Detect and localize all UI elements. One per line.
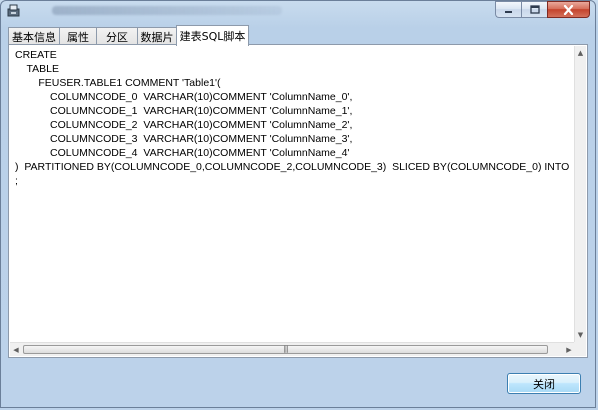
code-line: COLUMNCODE_1 VARCHAR(10)COMMENT 'ColumnN… (15, 105, 353, 117)
caption-buttons (495, 1, 590, 19)
tab-create-sql[interactable]: 建表SQL脚本 (176, 25, 249, 46)
app-icon (7, 4, 20, 17)
code-line: FEUSER.TABLE1 COMMENT 'Table1'( (15, 77, 221, 89)
code-line: CREATE (15, 49, 57, 61)
code-line: COLUMNCODE_3 VARCHAR(10)COMMENT 'ColumnN… (15, 133, 353, 145)
tab-properties[interactable]: 属性 (59, 27, 97, 45)
scroll-down-icon[interactable]: ▼ (575, 330, 586, 340)
maximize-icon (529, 5, 540, 14)
scroll-right-icon[interactable]: ▶ (564, 345, 574, 355)
window-title (52, 6, 282, 15)
scroll-left-icon[interactable]: ◀ (11, 345, 21, 355)
scrollbar-corner (574, 342, 586, 356)
code-line: COLUMNCODE_0 VARCHAR(10)COMMENT 'ColumnN… (15, 91, 353, 103)
minimize-button[interactable] (495, 1, 521, 18)
vertical-scrollbar[interactable]: ▲ ▼ (574, 46, 586, 342)
minimize-icon (505, 11, 512, 13)
code-line: COLUMNCODE_2 VARCHAR(10)COMMENT 'ColumnN… (15, 119, 353, 131)
tab-basic-info[interactable]: 基本信息 (8, 27, 60, 45)
code-line: ) PARTITIONED BY(COLUMNCODE_0,COLUMNCODE… (15, 161, 575, 173)
close-icon (563, 4, 574, 15)
close-button[interactable]: 关闭 (507, 373, 581, 394)
grip-icon: ||| (283, 345, 288, 353)
tab-strip: 基本信息 属性 分区 数据片 建表SQL脚本 (8, 25, 588, 46)
sql-text-area[interactable]: CREATE TABLE FEUSER.TABLE1 COMMENT 'Tabl… (10, 46, 575, 342)
title-bar[interactable] (0, 0, 598, 22)
horizontal-scrollbar[interactable]: ◀ ||| ▶ (10, 342, 575, 356)
maximize-button[interactable] (521, 1, 547, 18)
code-line: COLUMNCODE_4 VARCHAR(10)COMMENT 'ColumnN… (15, 147, 350, 159)
horizontal-scroll-thumb[interactable]: ||| (23, 345, 548, 354)
tab-panel: CREATE TABLE FEUSER.TABLE1 COMMENT 'Tabl… (8, 44, 588, 358)
tab-data-slices[interactable]: 数据片 (137, 27, 177, 45)
close-window-button[interactable] (547, 1, 590, 18)
scroll-up-icon[interactable]: ▲ (575, 48, 586, 58)
code-line: ; (15, 175, 18, 187)
tab-partition[interactable]: 分区 (96, 27, 138, 45)
code-line: TABLE (15, 63, 59, 75)
